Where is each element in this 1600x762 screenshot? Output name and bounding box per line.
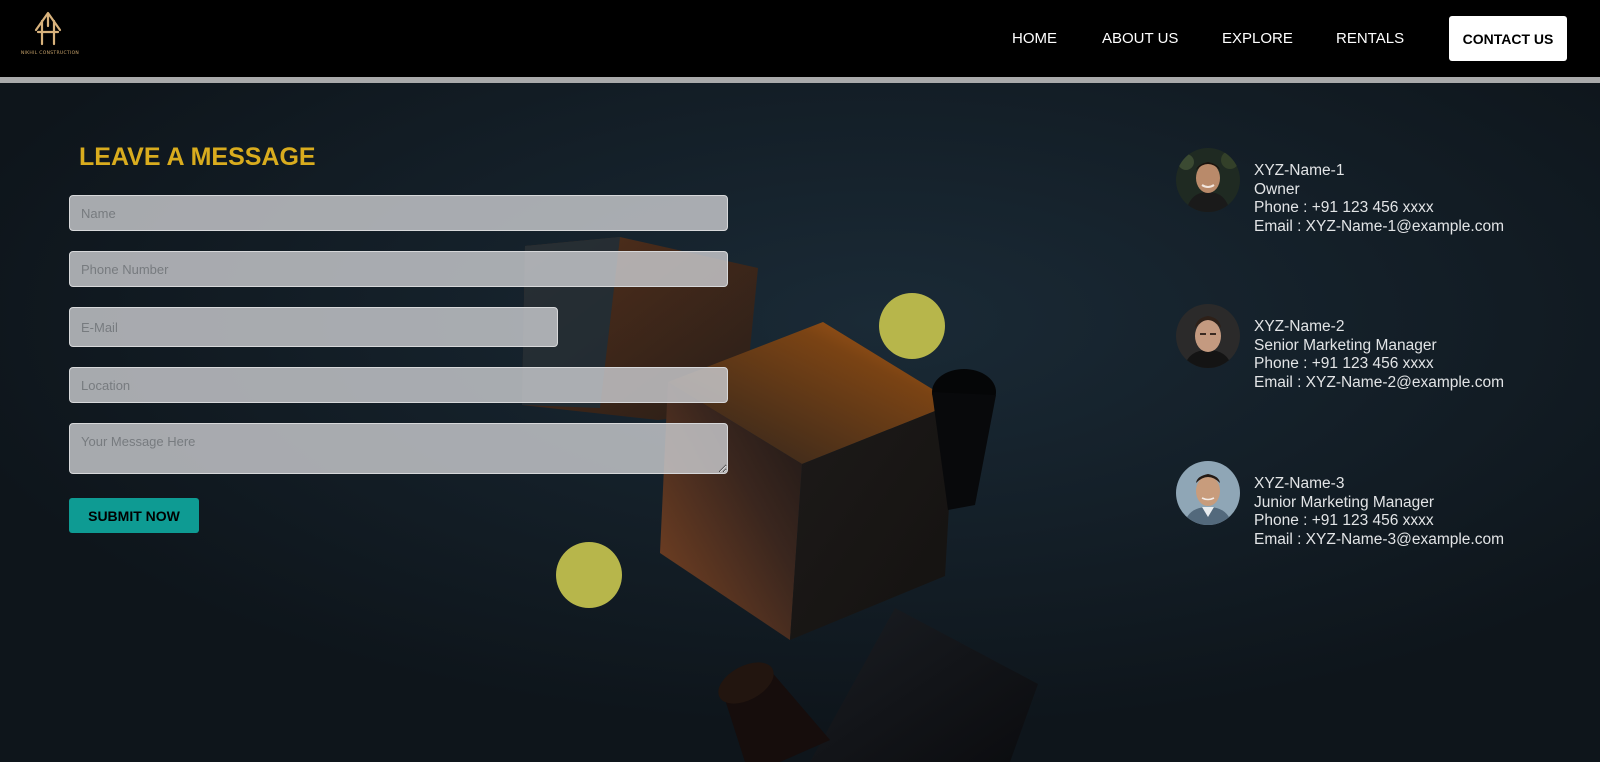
form-title: LEAVE A MESSAGE xyxy=(79,143,316,171)
location-input[interactable] xyxy=(69,367,728,403)
nav-rentals[interactable]: RENTALS xyxy=(1336,30,1404,47)
contact-phone: Phone : +91 123 456 xxxx xyxy=(1254,199,1434,216)
avatar xyxy=(1176,148,1240,212)
contact-name: XYZ-Name-1 xyxy=(1254,162,1345,179)
contact-card: XYZ-Name-2 Senior Marketing Manager Phon… xyxy=(1176,304,1556,404)
nav-about-us[interactable]: ABOUT US xyxy=(1102,30,1178,47)
logo-caption: NIKHIL CONSTRUCTION xyxy=(20,51,80,56)
contact-name: XYZ-Name-2 xyxy=(1254,318,1345,335)
contact-card: XYZ-Name-3 Junior Marketing Manager Phon… xyxy=(1176,461,1556,561)
contact-email: Email : XYZ-Name-2@example.com xyxy=(1254,373,1505,391)
email-input[interactable] xyxy=(69,307,558,347)
contact-email: Email : XYZ-Name-1@example.com xyxy=(1254,217,1505,235)
submit-now-button[interactable]: SUBMIT NOW xyxy=(69,498,199,533)
avatar xyxy=(1176,461,1240,525)
avatar xyxy=(1176,304,1240,368)
contact-card: XYZ-Name-1 Owner Phone : +91 123 456 xxx… xyxy=(1176,148,1556,248)
contact-details: XYZ-Name-2 Senior Marketing Manager Phon… xyxy=(1254,318,1504,392)
nav-contact-us-button[interactable]: CONTACT US xyxy=(1449,16,1567,61)
contact-phone: Phone : +91 123 456 xxxx xyxy=(1254,512,1434,529)
top-navbar: NIKHIL CONSTRUCTION HOME ABOUT US EXPLOR… xyxy=(0,0,1600,77)
house-logo-icon xyxy=(34,11,62,46)
contact-details: XYZ-Name-1 Owner Phone : +91 123 456 xxx… xyxy=(1254,162,1504,236)
nav-explore[interactable]: EXPLORE xyxy=(1222,30,1293,47)
contact-email: Email : XYZ-Name-3@example.com xyxy=(1254,530,1505,548)
contact-name: XYZ-Name-3 xyxy=(1254,475,1345,492)
brand-logo[interactable]: NIKHIL CONSTRUCTION xyxy=(14,10,86,60)
message-textarea[interactable] xyxy=(69,423,728,474)
name-input[interactable] xyxy=(69,195,728,231)
contact-role: Junior Marketing Manager xyxy=(1254,493,1435,511)
phone-number-input[interactable] xyxy=(69,251,728,287)
nav-home[interactable]: HOME xyxy=(1012,30,1057,47)
navbar-divider xyxy=(0,77,1600,83)
contact-role: Senior Marketing Manager xyxy=(1254,336,1437,354)
contact-role: Owner xyxy=(1254,180,1300,198)
contact-phone: Phone : +91 123 456 xxxx xyxy=(1254,355,1434,372)
contact-details: XYZ-Name-3 Junior Marketing Manager Phon… xyxy=(1254,475,1504,549)
